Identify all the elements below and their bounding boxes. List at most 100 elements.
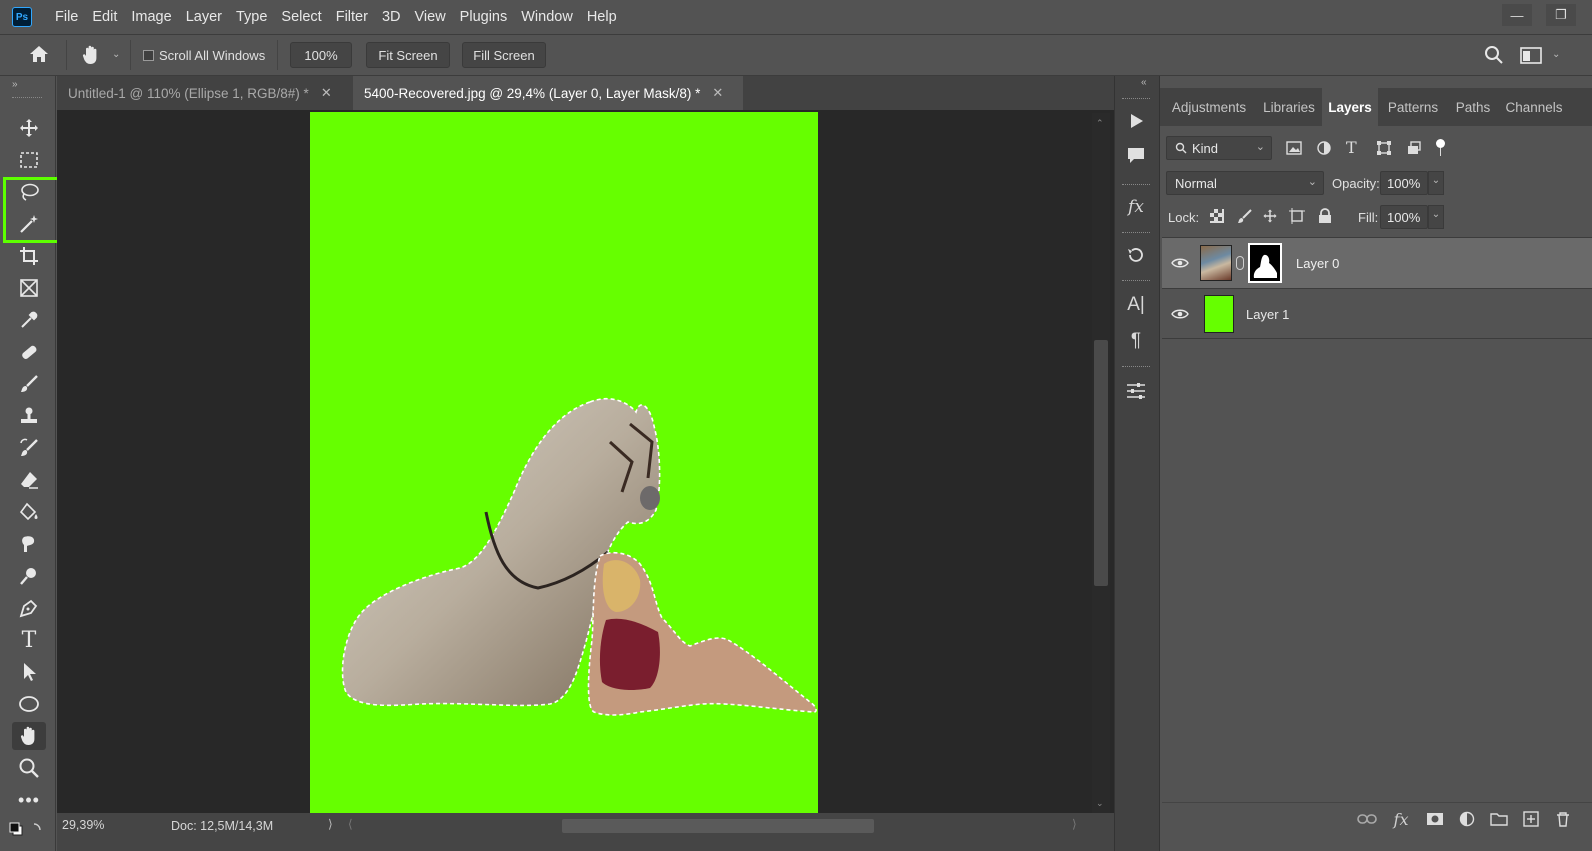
chevron-down-icon[interactable]: ⌄ (1552, 49, 1560, 60)
home-button[interactable] (28, 44, 50, 64)
comments-panel-button[interactable] (1120, 140, 1152, 170)
opacity-slider-toggle[interactable]: ⌄ (1428, 171, 1444, 195)
menu-plugins[interactable]: Plugins (453, 0, 515, 34)
more-tools-button[interactable]: ••• (12, 786, 46, 814)
tab-5400-recovered[interactable]: 5400-Recovered.jpg @ 29,4% (Layer 0, Lay… (353, 76, 743, 110)
visibility-toggle[interactable] (1168, 251, 1192, 275)
expand-toolbar-icon[interactable]: » (12, 79, 18, 90)
paragraph-panel-button[interactable]: ¶ (1120, 326, 1152, 356)
zoom-value-field[interactable]: 100% (290, 42, 352, 68)
tab-channels[interactable]: Channels (1498, 88, 1570, 126)
paint-bucket-tool[interactable] (12, 498, 46, 526)
new-layer-button[interactable] (1520, 808, 1542, 830)
tab-untitled-1[interactable]: Untitled-1 @ 110% (Ellipse 1, RGB/8#) * … (57, 76, 347, 110)
link-layers-button[interactable] (1356, 808, 1378, 830)
scroll-right-icon[interactable]: ⟩ (1072, 817, 1077, 831)
menu-help[interactable]: Help (580, 0, 624, 34)
marquee-tool[interactable] (12, 146, 46, 174)
layer-mask-thumbnail[interactable] (1248, 243, 1282, 283)
filter-pixel-button[interactable] (1285, 140, 1303, 156)
layer-filter-dropdown[interactable]: Kind ⌄ (1166, 136, 1272, 160)
lock-image-pixels-button[interactable] (1234, 205, 1256, 227)
menu-window[interactable]: Window (514, 0, 580, 34)
layer-name[interactable]: Layer 0 (1296, 256, 1339, 271)
opacity-field[interactable]: 100% (1380, 171, 1428, 195)
filter-smart-object-button[interactable] (1406, 140, 1422, 156)
smudge-tool[interactable] (12, 530, 46, 558)
add-layer-style-button[interactable]: fx (1390, 808, 1412, 830)
close-icon[interactable]: ✕ (712, 85, 723, 101)
clone-stamp-tool[interactable] (12, 402, 46, 430)
grip-handle[interactable] (1122, 232, 1150, 234)
close-icon[interactable]: ✕ (321, 85, 332, 101)
tab-adjustments[interactable]: Adjustments (1162, 88, 1256, 126)
lock-artboard-button[interactable] (1286, 205, 1308, 227)
grip-handle[interactable] (1122, 366, 1150, 368)
type-filter-icon[interactable]: T (1346, 138, 1357, 157)
crop-tool[interactable] (12, 242, 46, 270)
visibility-toggle[interactable] (1168, 302, 1192, 326)
chevron-down-icon[interactable]: ⌄ (112, 49, 120, 60)
new-group-button[interactable] (1488, 808, 1510, 830)
ellipse-tool[interactable] (12, 690, 46, 718)
vertical-scroll-thumb[interactable] (1094, 340, 1108, 586)
scroll-all-windows-checkbox[interactable] (143, 50, 154, 61)
blend-mode-dropdown[interactable]: Normal ⌄ (1166, 171, 1324, 195)
fit-screen-button[interactable]: Fit Screen (366, 42, 450, 68)
tab-layers[interactable]: Layers (1322, 88, 1378, 126)
search-button[interactable] (1484, 45, 1504, 65)
hand-tool-preset[interactable] (80, 44, 102, 66)
scroll-down-icon[interactable]: ⌄ (1096, 798, 1104, 809)
properties-panel-button[interactable] (1120, 376, 1152, 406)
horizontal-scroll-thumb[interactable] (562, 819, 874, 833)
menu-3d[interactable]: 3D (375, 0, 408, 34)
history-brush-tool[interactable] (12, 434, 46, 462)
menu-file[interactable]: File (48, 0, 85, 34)
path-selection-tool[interactable] (12, 658, 46, 686)
frame-tool[interactable] (12, 274, 46, 302)
grip-handle[interactable] (1122, 280, 1150, 282)
zoom-level-readout[interactable]: 29,39% (62, 818, 104, 832)
layer-thumbnail[interactable] (1200, 245, 1232, 281)
restore-button[interactable]: ❐ (1546, 4, 1576, 26)
minimize-button[interactable]: — (1502, 4, 1532, 26)
menu-image[interactable]: Image (124, 0, 178, 34)
workspace-button[interactable] (1520, 47, 1542, 64)
dodge-tool[interactable] (12, 562, 46, 590)
menu-filter[interactable]: Filter (329, 0, 375, 34)
scroll-left-icon[interactable]: ⟨ (348, 817, 353, 831)
grip-handle[interactable] (1122, 184, 1150, 186)
fill-slider-toggle[interactable]: ⌄ (1428, 205, 1444, 229)
type-tool[interactable]: T (12, 626, 46, 654)
brush-tool[interactable] (12, 370, 46, 398)
grip-handle[interactable] (1122, 98, 1150, 100)
actions-panel-button[interactable] (1120, 106, 1152, 136)
healing-brush-tool[interactable] (12, 338, 46, 366)
tab-patterns[interactable]: Patterns (1378, 88, 1448, 126)
styles-panel-button[interactable]: fx (1120, 192, 1152, 222)
scroll-up-icon[interactable]: ⌃ (1096, 118, 1104, 129)
tab-libraries[interactable]: Libraries (1256, 88, 1322, 126)
grip-handle[interactable] (12, 97, 42, 99)
add-mask-button[interactable] (1424, 808, 1446, 830)
eyedropper-tool[interactable] (12, 306, 46, 334)
layer-name[interactable]: Layer 1 (1246, 307, 1289, 322)
filter-toggle-icon[interactable] (1436, 139, 1445, 148)
hand-tool[interactable] (12, 722, 46, 750)
foreground-background-swatches[interactable] (8, 818, 48, 840)
lock-transparent-pixels-button[interactable] (1206, 205, 1228, 227)
fill-field[interactable]: 100% (1380, 205, 1428, 229)
pen-tool[interactable] (12, 594, 46, 622)
filter-shape-button[interactable] (1376, 140, 1392, 156)
new-adjustment-layer-button[interactable] (1456, 808, 1478, 830)
layer-row-layer-0[interactable]: Layer 0 (1162, 238, 1592, 288)
character-panel-button[interactable]: A| (1120, 290, 1152, 320)
zoom-tool[interactable] (12, 754, 46, 782)
tab-paths[interactable]: Paths (1448, 88, 1498, 126)
menu-edit[interactable]: Edit (85, 0, 124, 34)
lock-position-button[interactable] (1259, 205, 1281, 227)
menu-view[interactable]: View (408, 0, 453, 34)
history-panel-button[interactable] (1120, 240, 1152, 270)
collapse-panels-icon[interactable]: « (1141, 77, 1147, 88)
status-menu-icon[interactable]: ⟩ (328, 817, 333, 831)
